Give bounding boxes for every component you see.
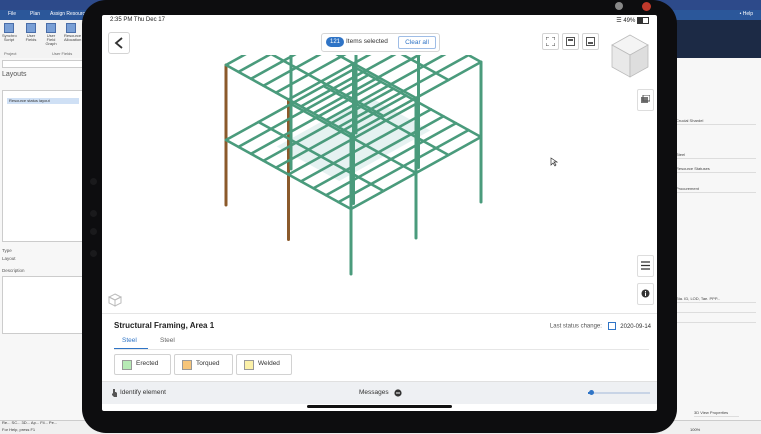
identify-element-button[interactable]: Identify element xyxy=(120,389,166,396)
torqued-label: Torqued xyxy=(196,360,220,367)
wifi-icon: ☰ xyxy=(616,18,622,25)
tablet-side-button xyxy=(90,210,97,217)
tablet-screen: 2:35 PM Thu Dec 17 ☰ 49% 121 Items selec… xyxy=(102,15,657,411)
description-box[interactable] xyxy=(2,276,84,334)
selection-bar: 121 Items selected Clear all xyxy=(321,33,440,52)
ribbon-group-user-fields: User Fields xyxy=(52,51,73,56)
panel-title: Structural Framing, Area 1 xyxy=(114,321,215,330)
record-indicator xyxy=(642,2,651,11)
fit-view-button[interactable] xyxy=(542,33,559,50)
status-zoom: 100% xyxy=(690,427,701,432)
element-panel: Structural Framing, Area 1 Last status c… xyxy=(102,313,657,382)
status-time: 2:35 PM Thu Dec 17 xyxy=(110,17,165,23)
selection-count-badge: 121 xyxy=(326,37,345,47)
properties-panel: Crucial Shardel Steel Resource Statuses … xyxy=(670,58,761,420)
ribbon-tab-plan[interactable]: Plan xyxy=(30,11,40,17)
messages-button[interactable]: Messages xyxy=(359,389,389,396)
last-status-label: Last status change: xyxy=(549,323,602,330)
active-tab-indicator xyxy=(114,348,148,349)
user-fields-button[interactable]: User Fields xyxy=(24,23,38,42)
status-battery: ☰ 49% xyxy=(616,17,649,24)
property-note: Sta. ID, LOD, Tae. PPP... xyxy=(676,296,756,303)
camera-icon xyxy=(615,2,623,10)
tab-steel[interactable]: Steel xyxy=(160,337,175,344)
cursor-icon xyxy=(550,157,558,167)
tablet-side-button xyxy=(90,178,97,185)
section-top-button[interactable] xyxy=(562,33,579,50)
slider-handle[interactable] xyxy=(589,390,595,395)
help-button[interactable]: • Help xyxy=(740,11,753,17)
torqued-swatch xyxy=(182,360,192,370)
footer-bar: Identify element Messages xyxy=(102,381,657,404)
model-viewport[interactable] xyxy=(102,15,657,313)
property-row[interactable]: Procurement xyxy=(676,186,756,193)
layout-item[interactable]: Resource status layout xyxy=(7,98,79,104)
resource-allocation-button[interactable]: Resource Allocation xyxy=(64,23,81,42)
ios-statusbar: 2:35 PM Thu Dec 17 ☰ 49% xyxy=(102,15,657,27)
layouts-list: Resource status layout xyxy=(2,90,84,242)
ribbon-group-project: Project xyxy=(4,51,17,56)
home-indicator xyxy=(307,405,452,408)
tab-steel-active[interactable]: Steel xyxy=(122,337,137,344)
back-button[interactable] xyxy=(108,32,130,54)
calendar-icon xyxy=(607,322,616,330)
chevron-left-icon xyxy=(114,37,123,49)
status-help: For Help, press F1 xyxy=(2,427,36,432)
type-value: Layout xyxy=(2,256,16,261)
layouts-title: Layouts xyxy=(2,71,27,78)
layouts-panel: Layouts Resource status layout Type Layo… xyxy=(0,58,87,420)
ribbon-tab-file[interactable]: File xyxy=(8,11,16,17)
chat-icon xyxy=(394,389,402,397)
section-box-icon xyxy=(586,37,595,46)
layout-selector[interactable] xyxy=(2,60,84,68)
description-label: Description xyxy=(2,268,25,273)
status-erected-button[interactable]: Erected xyxy=(114,354,171,375)
welded-swatch xyxy=(244,360,254,370)
clear-all-button[interactable]: Clear all xyxy=(398,36,436,49)
cube-icon xyxy=(108,293,122,307)
status-torqued-button[interactable]: Torqued xyxy=(174,354,233,375)
last-status-date: 2020-09-14 xyxy=(620,323,651,330)
expand-icon xyxy=(546,37,555,46)
erected-label: Erected xyxy=(136,360,159,367)
erected-swatch xyxy=(122,360,132,370)
battery-icon xyxy=(637,17,649,24)
status-tabs[interactable]: Re... SC... 3D... Ap... Fil... Pe... xyxy=(2,420,57,425)
property-row: Crucial Shardel xyxy=(676,118,756,125)
section-box-icon xyxy=(566,37,575,46)
pointer-icon xyxy=(112,389,117,397)
welded-label: Welded xyxy=(258,360,280,367)
view-properties-tab[interactable]: 3D View Properties xyxy=(694,410,739,417)
property-row: Resource Statuses xyxy=(676,166,756,173)
type-label: Type xyxy=(2,248,12,253)
selection-label: Items selected xyxy=(346,38,388,45)
synchro-script-button[interactable]: Synchro Script xyxy=(2,23,17,42)
property-row: Steel xyxy=(676,152,756,159)
timeline-slider[interactable] xyxy=(588,392,650,394)
steel-frame-model[interactable] xyxy=(102,15,657,313)
desktop-ribbon: Synchro Script User Fields User Field Gr… xyxy=(0,20,90,59)
section-bottom-button[interactable] xyxy=(582,33,599,50)
tablet-camera xyxy=(90,250,97,257)
tablet-device: 2:35 PM Thu Dec 17 ☰ 49% 121 Items selec… xyxy=(82,0,677,433)
battery-percent: 49% xyxy=(623,18,636,25)
user-field-graph-button[interactable]: User Field Graph xyxy=(44,23,58,46)
tablet-side-button xyxy=(90,228,97,235)
tabs-divider xyxy=(114,349,649,350)
property-row xyxy=(676,306,756,313)
status-welded-button[interactable]: Welded xyxy=(236,354,292,375)
last-status-change: Last status change: 2020-09-14 xyxy=(550,322,651,330)
property-row xyxy=(676,316,756,323)
